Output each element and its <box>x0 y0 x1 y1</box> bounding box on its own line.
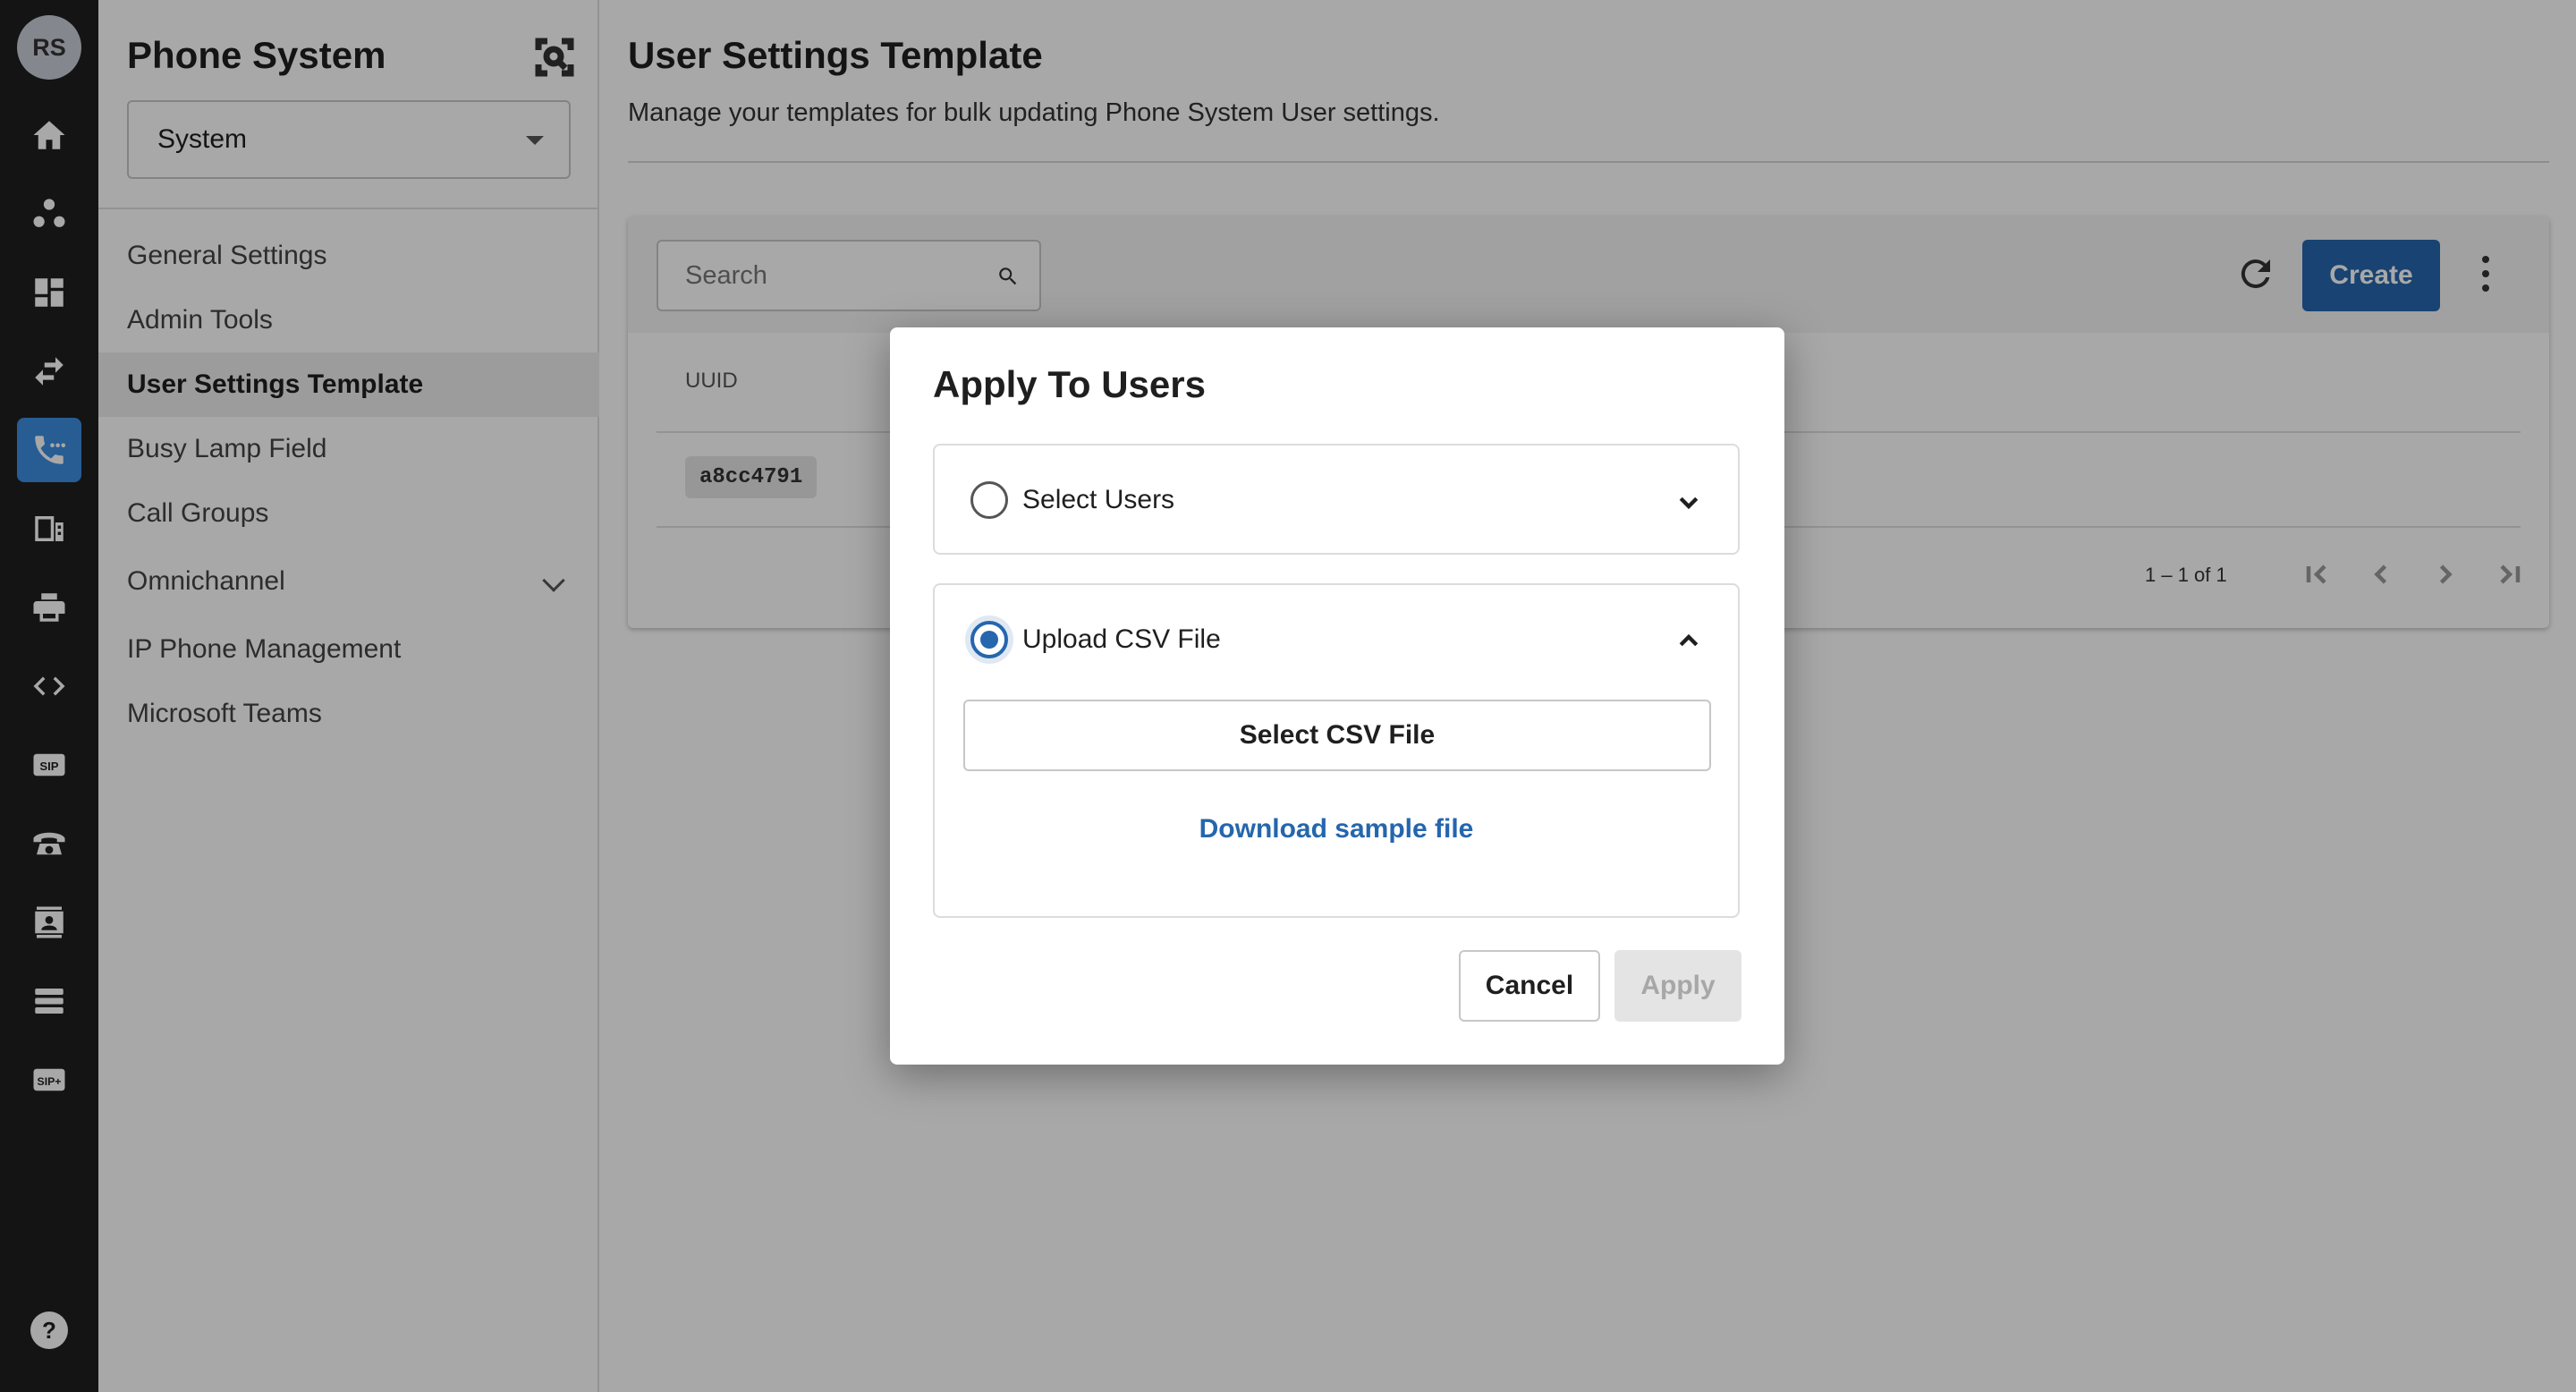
dialog-title: Apply To Users <box>933 363 1206 405</box>
upload-csv-radio[interactable] <box>970 621 1008 658</box>
chevron-down-icon[interactable] <box>1675 488 1702 515</box>
select-users-panel: Select Users <box>933 444 1740 555</box>
apply-to-users-dialog: Apply To Users Select Users Upload CSV F… <box>890 327 1784 1065</box>
upload-csv-panel: Upload CSV File Select CSV File Download… <box>933 583 1740 918</box>
chevron-up-icon[interactable] <box>1675 628 1702 655</box>
upload-csv-label: Upload CSV File <box>1022 624 1221 654</box>
select-users-radio[interactable] <box>970 481 1008 519</box>
cancel-button[interactable]: Cancel <box>1459 950 1600 1022</box>
select-users-label: Select Users <box>1022 485 1175 514</box>
apply-button[interactable]: Apply <box>1614 950 1741 1022</box>
select-csv-file-button[interactable]: Select CSV File <box>963 700 1711 771</box>
download-sample-link[interactable]: Download sample file <box>935 814 1738 845</box>
upload-csv-header[interactable]: Upload CSV File <box>935 585 1738 692</box>
select-users-header[interactable]: Select Users <box>935 446 1738 553</box>
